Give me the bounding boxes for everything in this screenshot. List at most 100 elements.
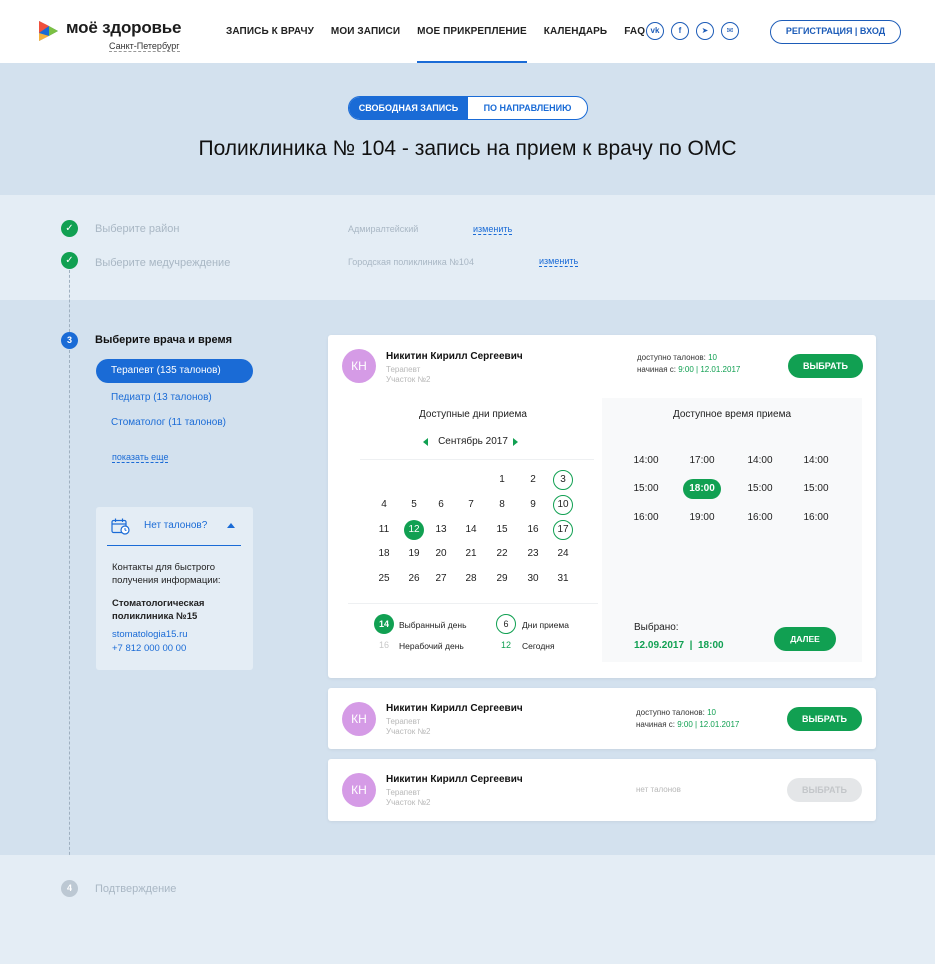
time-slot[interactable]: 15:00 <box>797 479 835 499</box>
main-nav: ЗАПИСЬ К ВРАЧУ МОИ ЗАПИСИ МОЕ ПРИКРЕПЛЕН… <box>226 0 662 63</box>
time-slot[interactable]: 15:00 <box>627 479 665 499</box>
referral-tab[interactable]: ПО НАПРАВЛЕНИЮ <box>468 97 587 119</box>
calendar-day[interactable]: 17 <box>553 520 573 540</box>
facebook-icon[interactable]: f <box>671 22 689 40</box>
starting-value: 9:00 | 12.01.2017 <box>677 720 740 729</box>
time-slot[interactable]: 14:00 <box>797 451 835 471</box>
calendar-day[interactable]: 31 <box>553 569 573 589</box>
calendar-clock-icon <box>111 518 130 535</box>
tickets-count: 10 <box>708 353 718 362</box>
calendar-day[interactable]: 16 <box>523 520 543 540</box>
change-institution-link[interactable]: изменить <box>539 256 579 267</box>
calendar-day[interactable]: 12 <box>404 520 424 540</box>
time-slot[interactable]: 19:00 <box>683 508 721 528</box>
tickets-available-label: доступно талонов: <box>636 708 705 717</box>
calendar-day[interactable]: 11 <box>374 520 394 540</box>
step-connector <box>69 350 70 880</box>
calendar-day[interactable]: 5 <box>404 495 424 515</box>
time-slot[interactable]: 16:00 <box>741 508 779 528</box>
calendar-day[interactable]: 9 <box>523 495 543 515</box>
step-district-value: Адмиралтейский <box>348 224 419 234</box>
time-slot[interactable]: 15:00 <box>741 479 779 499</box>
doctor-name[interactable]: Никитин Кирилл Сергеевич <box>386 703 523 714</box>
specialty-dentist[interactable]: Стоматолог (11 талонов) <box>111 417 226 428</box>
calendar-panel: Доступные дни приема Сентябрь 2017 12345… <box>344 398 602 662</box>
clinic-name-line-2: поликлиника №15 <box>112 611 198 622</box>
calendar-day[interactable]: 13 <box>431 520 451 540</box>
time-slot[interactable]: 16:00 <box>797 508 835 528</box>
tickets-available: доступно талонов: 10 начиная с: 9:00 | 1… <box>636 707 739 731</box>
telegram-icon[interactable]: ➤ <box>696 22 714 40</box>
calendar-day[interactable]: 1 <box>492 470 512 490</box>
calendar-day[interactable]: 23 <box>523 544 543 564</box>
select-doctor-button[interactable]: ВЫБРАТЬ <box>788 354 863 378</box>
time-slot[interactable]: 14:00 <box>741 451 779 471</box>
mode-toggle: СВОБОДНАЯ ЗАПИСЬ ПО НАПРАВЛЕНИЮ <box>348 96 588 120</box>
legend-reception-badge: 6 <box>496 614 516 634</box>
no-tickets-text: нет талонов <box>636 785 681 794</box>
header: моё здоровье Санкт-Петербург ЗАПИСЬ К ВР… <box>0 0 935 63</box>
calendar-day[interactable]: 3 <box>553 470 573 490</box>
brand-name: моё здоровье <box>66 18 182 37</box>
doctor-card-expanded: КН Никитин Кирилл Сергеевич Терапевт Уча… <box>328 335 876 678</box>
step-connector <box>69 270 70 332</box>
calendar-day[interactable]: 27 <box>431 569 451 589</box>
specialty-therapist[interactable]: Терапевт (135 талонов) <box>96 359 253 383</box>
calendar-day[interactable]: 29 <box>492 569 512 589</box>
doctor-specialty: Терапевт <box>386 717 421 726</box>
time-slot[interactable]: 17:00 <box>683 451 721 471</box>
nav-calendar[interactable]: КАЛЕНДАРЬ <box>544 0 607 63</box>
time-slot[interactable]: 14:00 <box>627 451 665 471</box>
legend-reception-label: Дни приема <box>522 620 569 630</box>
calendar-day[interactable]: 25 <box>374 569 394 589</box>
step-3-badge: 3 <box>61 332 78 349</box>
calendar-day[interactable]: 8 <box>492 495 512 515</box>
change-district-link[interactable]: изменить <box>473 224 513 235</box>
clinic-phone-link[interactable]: +7 812 000 00 00 <box>112 642 186 655</box>
calendar-day[interactable]: 22 <box>492 544 512 564</box>
calendar-day[interactable]: 21 <box>461 544 481 564</box>
calendar-day[interactable]: 20 <box>431 544 451 564</box>
legend-nonwork-label: Нерабочий день <box>399 641 464 651</box>
mail-icon[interactable]: ✉ <box>721 22 739 40</box>
calendar-day[interactable]: 15 <box>492 520 512 540</box>
vk-icon[interactable]: vk <box>646 22 664 40</box>
calendar-title: Доступные дни приема <box>419 409 527 420</box>
calendar-day[interactable]: 4 <box>374 495 394 515</box>
free-appointment-tab[interactable]: СВОБОДНАЯ ЗАПИСЬ <box>349 97 468 119</box>
calendar-day[interactable]: 28 <box>461 569 481 589</box>
contacts-line-1: Контакты для быстрого <box>112 562 216 573</box>
calendar-day[interactable]: 30 <box>523 569 543 589</box>
calendar-day[interactable]: 6 <box>431 495 451 515</box>
clinic-site-link[interactable]: stomatologia15.ru <box>112 628 188 641</box>
select-doctor-button[interactable]: ВЫБРАТЬ <box>787 707 862 731</box>
starting-label: начиная с: <box>637 365 676 374</box>
logo-play-icon <box>39 21 58 41</box>
doctor-name[interactable]: Никитин Кирилл Сергеевич <box>386 351 523 362</box>
time-slot[interactable]: 18:00 <box>683 479 721 499</box>
nav-faq[interactable]: FAQ <box>624 0 645 63</box>
city-selector[interactable]: Санкт-Петербург <box>109 41 180 52</box>
calendar-day[interactable]: 14 <box>461 520 481 540</box>
calendar-day[interactable]: 19 <box>404 544 424 564</box>
nav-appointment[interactable]: ЗАПИСЬ К ВРАЧУ <box>226 0 314 63</box>
time-slot[interactable]: 16:00 <box>627 508 665 528</box>
calendar-day[interactable]: 26 <box>404 569 424 589</box>
register-login-button[interactable]: РЕГИСТРАЦИЯ | ВХОД <box>770 20 901 44</box>
calendar-day[interactable]: 18 <box>374 544 394 564</box>
calendar-month: Сентябрь 2017 <box>438 436 508 447</box>
calendar-day[interactable]: 2 <box>523 470 543 490</box>
calendar-day[interactable]: 7 <box>461 495 481 515</box>
page-title: Поликлиника № 104 - запись на прием к вр… <box>198 137 737 160</box>
calendar-day[interactable]: 10 <box>553 495 573 515</box>
nav-my-records[interactable]: МОИ ЗАПИСИ <box>331 0 400 63</box>
specialty-pediatrician[interactable]: Педиатр (13 талонов) <box>111 392 212 403</box>
next-button[interactable]: ДАЛЕЕ <box>774 627 836 651</box>
doctor-name[interactable]: Никитин Кирилл Сергеевич <box>386 774 523 785</box>
next-month-icon[interactable] <box>513 438 518 446</box>
no-tickets-toggle[interactable]: Нет талонов? <box>107 507 241 546</box>
calendar-day[interactable]: 24 <box>553 544 573 564</box>
nav-my-attachment[interactable]: МОЕ ПРИКРЕПЛЕНИЕ <box>417 0 527 63</box>
show-more-link[interactable]: показать еще <box>112 452 169 463</box>
starting-value: 9:00 | 12.01.2017 <box>678 365 741 374</box>
